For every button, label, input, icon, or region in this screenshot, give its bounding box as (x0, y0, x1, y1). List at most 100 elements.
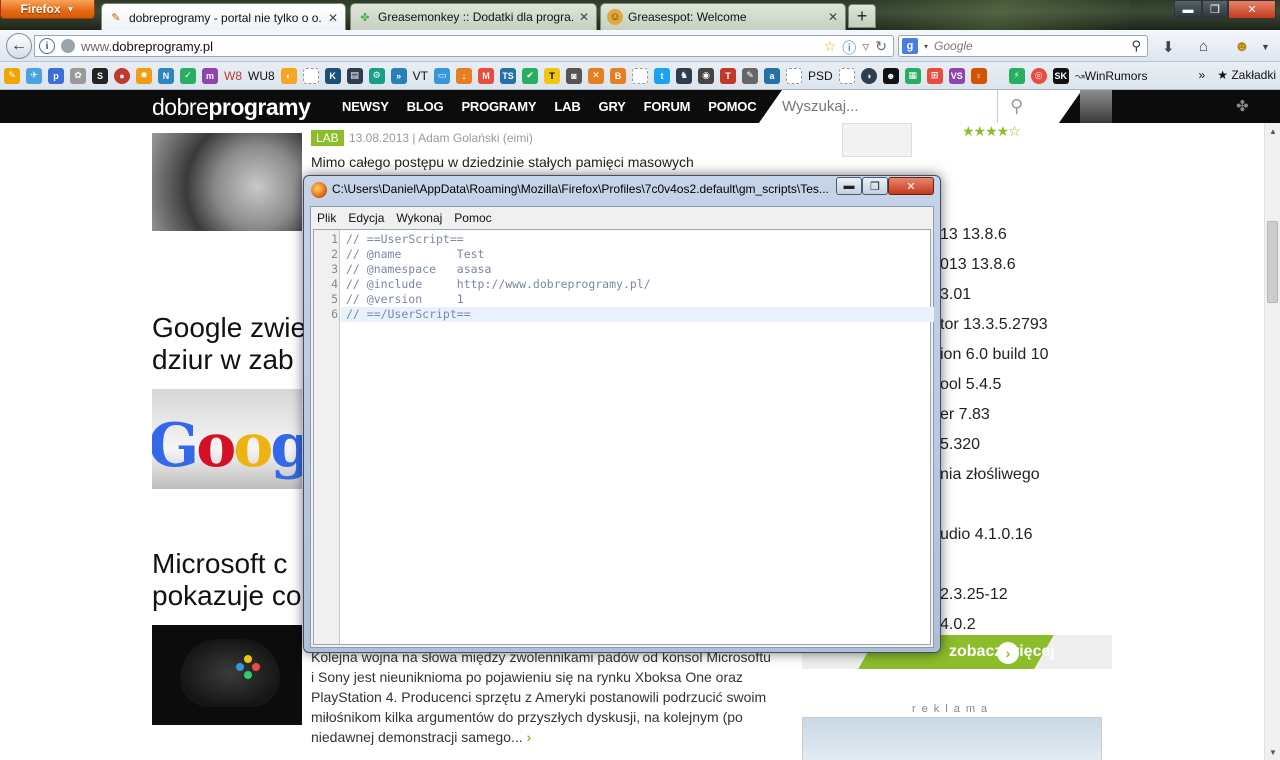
bookmark-icon[interactable]: SK (1052, 67, 1069, 84)
menu-wykonaj[interactable]: Wykonaj (396, 211, 442, 225)
bookmarks-menu-button[interactable]: ★ Zakładki (1217, 68, 1276, 82)
bookmark-icon[interactable]: ✿ (70, 67, 86, 84)
software-item[interactable]: ion 6.0 build 10 (940, 345, 1049, 375)
bookmark-icon[interactable] (838, 67, 855, 84)
code-line[interactable]: // @namespace asasa (346, 262, 926, 277)
bookmark-icon[interactable]: ◑ (860, 67, 877, 84)
scroll-down-icon[interactable]: ▼ (1265, 744, 1280, 760)
software-item[interactable]: 3.01 (940, 285, 1049, 315)
bookmark-icon[interactable]: TS (500, 67, 517, 84)
bookmark-wu8[interactable]: WU8 (248, 68, 275, 84)
tab-greasemonkey-addons[interactable]: ✤ Greasemonkey :: Dodatki dla progra... … (350, 3, 597, 30)
article-thumbnail-xbox[interactable] (152, 625, 302, 725)
bookmark-icon[interactable]: T (544, 67, 561, 84)
bookmark-icon[interactable]: B (610, 67, 627, 84)
page-scrollbar[interactable]: ▲ ▼ (1264, 123, 1280, 760)
menu-edycja[interactable]: Edycja (348, 211, 384, 225)
nav-forum[interactable]: FORUM (644, 99, 691, 114)
article-headline[interactable]: Google zwie dziur w zab (152, 312, 306, 376)
search-icon[interactable]: ⚲ (1131, 38, 1141, 54)
bookmark-icon[interactable]: ▤ (346, 67, 363, 84)
bookmark-icon[interactable]: a (764, 67, 781, 84)
bookmark-icon[interactable]: ☻ (882, 67, 899, 84)
software-item[interactable] (940, 495, 1049, 525)
software-item[interactable]: er 7.83 (940, 405, 1049, 435)
software-item[interactable]: ool 5.4.5 (940, 375, 1049, 405)
scrollbar-thumb[interactable] (1267, 221, 1278, 303)
nav-blog[interactable]: BLOG (407, 99, 444, 114)
bookmark-icon[interactable]: ◙ (566, 67, 583, 84)
nav-lab[interactable]: LAB (554, 99, 580, 114)
site-info-icon[interactable]: i (39, 38, 55, 54)
window-close-button[interactable]: ✕ (1228, 0, 1276, 19)
software-item[interactable]: 13 13.8.6 (940, 225, 1049, 255)
bookmark-icon[interactable]: ✹ (136, 67, 152, 84)
bookmark-icon[interactable]: p (48, 67, 64, 84)
firefox-menu-button[interactable]: Firefox ▼ (0, 0, 95, 19)
back-button[interactable]: ← (6, 33, 32, 59)
bookmark-icon[interactable]: ✕ (588, 67, 605, 84)
bookmark-icon[interactable]: T (720, 67, 737, 84)
bookmark-icon[interactable]: ● (114, 67, 130, 84)
bookmark-vt[interactable]: VT (413, 68, 428, 84)
bookmark-icon[interactable]: ◐ (280, 67, 297, 84)
bookmark-winrumors[interactable]: ↝ WinRumors (1075, 68, 1148, 84)
dialog-close-button[interactable]: ✕ (888, 177, 934, 195)
window-restore-button[interactable]: ❐ (1202, 0, 1228, 19)
close-icon[interactable]: ✕ (827, 10, 839, 24)
bookmark-icon[interactable]: m (202, 67, 218, 84)
url-bar[interactable]: i www.dobreprogramy.pl ☆ ⓘ ▿ ↻ (34, 35, 894, 57)
read-more-link[interactable]: › (527, 729, 532, 745)
bookmark-psd[interactable]: PSD (808, 68, 833, 84)
greasemonkey-icon[interactable]: ☻ (1234, 38, 1250, 55)
bookmarks-overflow-button[interactable]: » (1199, 68, 1206, 82)
bookmark-icon[interactable]: » (390, 67, 407, 84)
code-line[interactable]: // @version 1 (346, 292, 926, 307)
site-logo[interactable]: dobreprogramy (152, 94, 311, 121)
software-item[interactable]: udio 4.1.0.16 (940, 525, 1049, 555)
bookmark-icon[interactable] (786, 67, 803, 84)
bookmark-icon[interactable]: S (92, 67, 108, 84)
category-tag[interactable]: LAB (311, 130, 344, 146)
bookmark-icon[interactable] (632, 67, 649, 84)
close-icon[interactable]: ✕ (578, 10, 590, 24)
dialog-titlebar[interactable]: C:\Users\Daniel\AppData\Roaming\Mozilla\… (304, 176, 940, 202)
nav-newsy[interactable]: NEWSY (342, 99, 389, 114)
scroll-up-icon[interactable]: ▲ (1265, 123, 1280, 139)
download-icon[interactable]: ⬇ (1162, 38, 1175, 56)
bookmark-icon[interactable]: ♞ (676, 67, 693, 84)
chevron-down-icon[interactable]: ▾ (924, 42, 928, 51)
article-thumbnail-google[interactable]: Google (152, 389, 302, 489)
new-tab-button[interactable]: + (848, 4, 876, 28)
puzzle-icon[interactable]: ✤ (1236, 97, 1249, 115)
bookmark-icon[interactable]: ⚡ (1008, 67, 1025, 84)
bookmark-icon[interactable]: M (478, 67, 495, 84)
windows-icon[interactable]: ⊞ (926, 67, 943, 84)
bookmark-icon[interactable]: ▦ (904, 67, 921, 84)
nav-programy[interactable]: PROGRAMY (461, 99, 536, 114)
code-line[interactable]: // @name Test (346, 247, 926, 262)
bookmark-icon[interactable]: K (324, 67, 341, 84)
bookmark-icon[interactable] (302, 67, 319, 84)
dropdown-icon[interactable]: ▿ (862, 38, 869, 58)
software-item[interactable]: 013 13.8.6 (940, 255, 1049, 285)
arrow-right-icon[interactable]: › (997, 642, 1019, 664)
code-line[interactable]: // @include http://www.dobreprogramy.pl/ (346, 277, 926, 292)
advertisement[interactable] (802, 717, 1102, 760)
search-icon[interactable]: ⚲ (1010, 96, 1023, 117)
chevron-down-icon[interactable]: ▼ (1261, 42, 1270, 52)
bookmark-icon[interactable]: ▭ (434, 67, 451, 84)
reload-icon[interactable]: ↻ (875, 38, 887, 58)
code-line-current[interactable]: // ==/UserScript== (341, 307, 934, 322)
close-icon[interactable]: ✕ (327, 11, 339, 25)
code-line[interactable]: // ==UserScript== (346, 232, 926, 247)
bookmark-icon[interactable]: ✎ (742, 67, 759, 84)
twitter-icon[interactable]: t (654, 67, 671, 84)
nav-gry[interactable]: GRY (599, 99, 626, 114)
bookmark-icon[interactable]: ✈ (26, 67, 42, 84)
user-avatar[interactable] (1080, 90, 1112, 123)
bookmark-icon[interactable]: N (158, 67, 174, 84)
tab-greasespot[interactable]: ☺ Greasespot: Welcome ✕ (600, 3, 846, 30)
bookmark-icon[interactable]: ⚙ (368, 67, 385, 84)
star-bookmark-icon[interactable]: ☆ (824, 38, 837, 58)
